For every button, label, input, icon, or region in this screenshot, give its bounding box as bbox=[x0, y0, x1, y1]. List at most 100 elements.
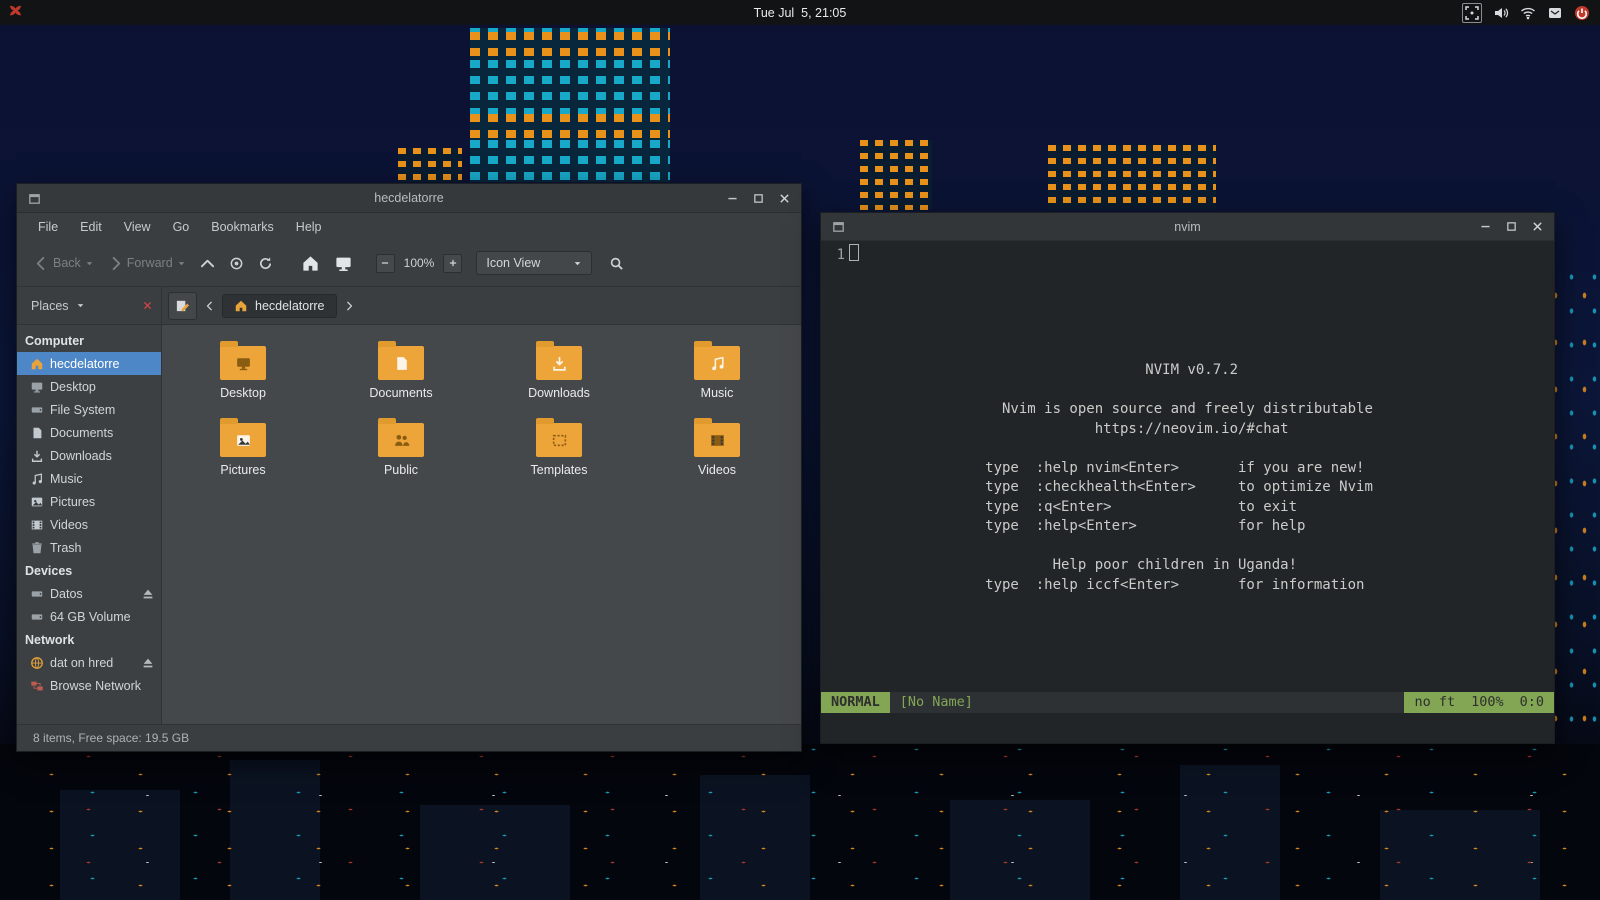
location-button[interactable] bbox=[222, 250, 251, 277]
menu-bookmarks[interactable]: Bookmarks bbox=[200, 216, 285, 238]
edit-path-button[interactable] bbox=[168, 292, 197, 320]
template-emblem-icon bbox=[536, 423, 582, 457]
sidebar-section-network: Network bbox=[17, 628, 161, 651]
zoom-in-button[interactable] bbox=[443, 254, 462, 273]
panel-clock[interactable]: Tue Jul 5, 21:05 bbox=[0, 6, 1600, 20]
forward-button[interactable]: Forward bbox=[101, 250, 193, 277]
eject-icon[interactable] bbox=[141, 656, 155, 670]
close-button[interactable] bbox=[1531, 220, 1544, 233]
fm-titlebar[interactable]: hecdelatorre bbox=[17, 184, 801, 213]
terminal-line bbox=[825, 283, 1554, 303]
folder-label: Downloads bbox=[528, 386, 590, 400]
folder-public[interactable]: Public bbox=[322, 414, 480, 491]
sidebar-item-dat-on-hred[interactable]: dat on hred bbox=[17, 651, 161, 674]
sidebar-item-trash[interactable]: Trash bbox=[17, 536, 161, 559]
menu-help[interactable]: Help bbox=[285, 216, 333, 238]
scroll-percent: 100% bbox=[1471, 693, 1504, 713]
window-menu-icon[interactable] bbox=[831, 219, 846, 234]
view-mode-select[interactable]: Icon View bbox=[476, 251, 592, 275]
volume-icon[interactable] bbox=[1493, 5, 1509, 21]
menu-file[interactable]: File bbox=[27, 216, 69, 238]
menu-edit[interactable]: Edit bbox=[69, 216, 113, 238]
sidebar-item-label: Documents bbox=[50, 426, 113, 440]
path-scroll-right-button[interactable] bbox=[340, 293, 359, 319]
sidebar-item-datos[interactable]: Datos bbox=[17, 582, 161, 605]
back-button[interactable]: Back bbox=[27, 250, 101, 277]
sidebar-item-music[interactable]: Music bbox=[17, 467, 161, 490]
fm-statusbar: 8 items, Free space: 19.5 GB bbox=[17, 724, 801, 751]
top-panel: Tue Jul 5, 21:05 bbox=[0, 0, 1600, 25]
terminal-area[interactable]: 1 NVIM v0.7.2 Nvim is open source and fr… bbox=[821, 241, 1554, 744]
folder-label: Desktop bbox=[220, 386, 266, 400]
sidebar-item-hecdelatorre[interactable]: hecdelatorre bbox=[17, 352, 161, 375]
eject-icon[interactable] bbox=[141, 587, 155, 601]
folder-label: Videos bbox=[698, 463, 736, 477]
chevron-down-icon bbox=[177, 259, 186, 268]
folder-templates[interactable]: Templates bbox=[480, 414, 638, 491]
path-scroll-left-button[interactable] bbox=[200, 293, 219, 319]
home-icon bbox=[234, 299, 248, 313]
chevron-right-icon bbox=[108, 256, 123, 271]
terminal-line bbox=[825, 342, 1554, 362]
maximize-button[interactable] bbox=[752, 192, 765, 205]
sidebar-item-documents[interactable]: Documents bbox=[17, 421, 161, 444]
minimize-button[interactable] bbox=[1479, 220, 1492, 233]
trash-icon bbox=[30, 541, 44, 555]
home-button[interactable] bbox=[294, 248, 327, 279]
folder-documents[interactable]: Documents bbox=[322, 337, 480, 414]
chevron-left-icon bbox=[205, 301, 215, 311]
folder-music[interactable]: Music bbox=[638, 337, 796, 414]
sidebar-item-pictures[interactable]: Pictures bbox=[17, 490, 161, 513]
chevron-right-icon bbox=[344, 301, 354, 311]
desktop-button[interactable] bbox=[327, 248, 360, 279]
sidebar-item-label: hecdelatorre bbox=[50, 357, 120, 371]
music-emblem-icon bbox=[694, 346, 740, 380]
search-button[interactable] bbox=[602, 250, 631, 277]
statusline-right: no ft 100% 0:0 bbox=[1404, 692, 1554, 713]
wifi-icon[interactable] bbox=[1520, 5, 1536, 21]
zoom-level: 100% bbox=[404, 256, 435, 270]
folder-pictures[interactable]: Pictures bbox=[164, 414, 322, 491]
places-selector[interactable]: Places bbox=[17, 287, 162, 324]
menu-view[interactable]: View bbox=[113, 216, 162, 238]
minimize-button[interactable] bbox=[726, 192, 739, 205]
sidebar-item-64-gb-volume[interactable]: 64 GB Volume bbox=[17, 605, 161, 628]
folder-downloads[interactable]: Downloads bbox=[480, 337, 638, 414]
filetype-indicator: no ft bbox=[1414, 693, 1455, 713]
maximize-button[interactable] bbox=[1505, 220, 1518, 233]
folder-label: Music bbox=[701, 386, 734, 400]
close-button[interactable] bbox=[778, 192, 791, 205]
download-icon bbox=[30, 449, 44, 463]
search-icon bbox=[609, 256, 624, 271]
terminal-line: NVIM v0.7.2 bbox=[825, 361, 1554, 381]
window-menu-icon[interactable] bbox=[27, 191, 42, 206]
menu-go[interactable]: Go bbox=[162, 216, 201, 238]
sidebar-item-desktop[interactable]: Desktop bbox=[17, 375, 161, 398]
power-icon[interactable] bbox=[1574, 5, 1590, 21]
zoom-out-button[interactable] bbox=[376, 254, 395, 273]
messages-icon[interactable] bbox=[1547, 5, 1563, 21]
chevron-up-icon bbox=[200, 256, 215, 271]
terminal-line: type :help<Enter> for help bbox=[825, 517, 1554, 537]
terminal-line: type :q<Enter> to exit bbox=[825, 498, 1554, 518]
sidebar-item-downloads[interactable]: Downloads bbox=[17, 444, 161, 467]
up-button[interactable] bbox=[193, 250, 222, 277]
drive-icon bbox=[30, 587, 44, 601]
folder-label: Pictures bbox=[220, 463, 265, 477]
nvim-titlebar[interactable]: nvim bbox=[821, 213, 1554, 241]
sidebar-item-videos[interactable]: Videos bbox=[17, 513, 161, 536]
sidebar-item-label: Trash bbox=[50, 541, 82, 555]
wallpaper-building-band bbox=[470, 114, 670, 140]
sidebar-item-browse-network[interactable]: Browse Network bbox=[17, 674, 161, 697]
breadcrumb[interactable]: hecdelatorre bbox=[222, 294, 337, 318]
screenshot-tool-icon[interactable] bbox=[1462, 3, 1482, 23]
desktop-icon bbox=[334, 254, 353, 273]
wallpaper-building bbox=[470, 28, 670, 182]
folder-videos[interactable]: Videos bbox=[638, 414, 796, 491]
sidebar-item-file-system[interactable]: File System bbox=[17, 398, 161, 421]
folder-desktop[interactable]: Desktop bbox=[164, 337, 322, 414]
close-sidebar-button[interactable] bbox=[142, 300, 153, 311]
monitor-icon bbox=[30, 380, 44, 394]
sidebar-item-label: Browse Network bbox=[50, 679, 141, 693]
reload-button[interactable] bbox=[251, 250, 280, 277]
